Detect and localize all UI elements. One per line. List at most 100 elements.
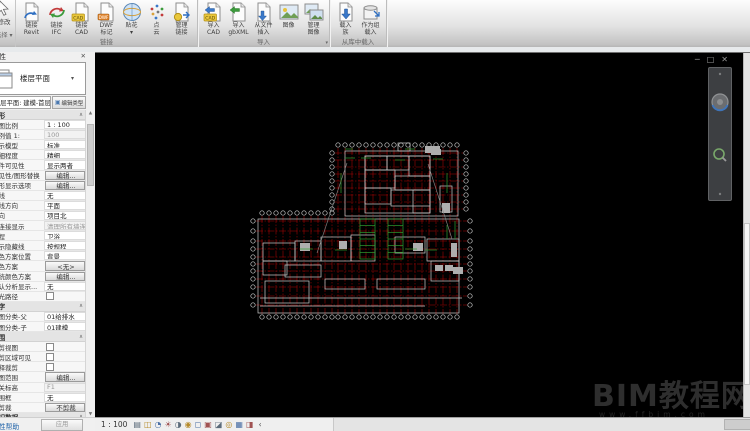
minimize-icon[interactable]: ─: [695, 55, 700, 64]
property-value[interactable]: 01建模: [44, 321, 86, 332]
property-value[interactable]: [44, 362, 86, 371]
ribbon-button-load-family[interactable]: 载入族: [333, 1, 358, 36]
collapse-bar-icon[interactable]: ‹: [259, 420, 262, 429]
property-value[interactable]: 01给排水: [44, 311, 86, 321]
checkbox[interactable]: [46, 362, 54, 371]
select-panel-label: 选择 ▾: [0, 32, 13, 39]
crop-region-icon[interactable]: ▣: [204, 419, 212, 431]
property-value[interactable]: 1 : 100: [44, 120, 86, 130]
hide-isolate-icon[interactable]: ◪: [215, 419, 223, 431]
view-scale-button[interactable]: 1 : 100: [101, 420, 127, 429]
ribbon-button-load-as-group[interactable]: 作为组 载入: [358, 1, 383, 36]
property-value[interactable]: 编辑...: [45, 170, 85, 180]
rendering-dialog-icon[interactable]: ◉: [185, 419, 192, 431]
close-icon[interactable]: ✕: [81, 52, 86, 60]
property-row: 规程卫浴: [0, 231, 86, 242]
checkbox[interactable]: [46, 352, 54, 361]
section-header-文字[interactable]: 文字 ∧: [0, 301, 86, 312]
property-value[interactable]: 精细: [44, 150, 86, 160]
section-header-图形[interactable]: 图形 ∧: [0, 110, 86, 121]
property-row: 可见性/图形替换编辑...: [0, 170, 86, 181]
reveal-hidden-icon[interactable]: ◎: [225, 419, 232, 431]
ribbon-button-manage-images[interactable]: 管理 图像: [301, 1, 326, 36]
displaced-elements-icon[interactable]: ◨: [246, 419, 254, 431]
scroll-up-icon[interactable]: ▲: [86, 111, 95, 116]
property-row: 视图比例 1 : 100: [0, 120, 86, 131]
ribbon-button-import-cad[interactable]: CAD 导入 CAD: [201, 1, 226, 36]
property-value[interactable]: 无: [44, 281, 86, 291]
shadows-icon[interactable]: ◑: [175, 419, 182, 431]
floor-plan-view[interactable]: BIM教程网 www.ffbim.com ─ □ ✕: [95, 53, 744, 419]
property-value[interactable]: 不剪裁: [45, 402, 85, 412]
floor-plan-canvas[interactable]: [95, 53, 744, 419]
property-value[interactable]: 项目北: [44, 210, 86, 221]
section-header-范围[interactable]: 范围 ∧: [0, 332, 86, 343]
property-label: 视图分类-父: [0, 313, 27, 321]
property-value[interactable]: 无: [44, 190, 86, 200]
property-value[interactable]: [44, 352, 86, 361]
dialog-launcher-icon[interactable]: ▾: [325, 40, 328, 46]
restore-icon[interactable]: □: [707, 55, 715, 64]
navbar-dot-bottom: [718, 192, 722, 196]
property-value[interactable]: 背景: [44, 251, 86, 261]
ribbon-group-导入: CAD 导入 CAD 导入 gbXML 从文件 插入 图像 管理 图像 导入 ▾: [198, 0, 330, 47]
property-value[interactable]: 按规程: [44, 241, 86, 251]
property-value[interactable]: [44, 342, 86, 351]
scrollbar-thumb[interactable]: [87, 124, 94, 186]
vertical-scrollbar[interactable]: [743, 53, 750, 418]
checkbox[interactable]: [46, 292, 54, 301]
ribbon-button-image[interactable]: 图像: [276, 1, 301, 30]
instance-selector[interactable]: 楼层平面: 建模-首层 ∨: [0, 96, 51, 109]
collapse-icon[interactable]: ∧: [79, 303, 83, 309]
ribbon-button-insert-from-file[interactable]: 从文件 插入: [251, 1, 276, 36]
property-value[interactable]: [44, 292, 86, 301]
collapse-icon[interactable]: ∧: [79, 334, 83, 340]
view-properties-icon[interactable]: ▦: [235, 419, 243, 431]
property-value[interactable]: 显示两者: [44, 160, 86, 170]
ribbon-button-point-cloud[interactable]: 点云: [144, 1, 169, 36]
property-label: 显示隐藏线: [0, 242, 25, 251]
property-value[interactable]: 编辑...: [45, 180, 85, 190]
section-header-label: 文字: [0, 301, 5, 311]
property-row: 注释裁剪: [0, 362, 86, 373]
detail-level-icon[interactable]: ◫: [144, 419, 152, 431]
ribbon-button-link-revit[interactable]: 链接 Revit: [19, 1, 44, 36]
checkbox[interactable]: [46, 342, 54, 351]
property-value[interactable]: <无>: [45, 261, 85, 271]
visual-style-icon[interactable]: ◔: [155, 419, 162, 431]
modify-cursor-icon[interactable]: [0, 0, 12, 16]
insert-from-file-icon: [257, 2, 270, 22]
modify-button[interactable]: 修改: [0, 16, 11, 26]
collapse-icon[interactable]: ∧: [79, 112, 83, 118]
properties-scrollbar[interactable]: ▲ ▼: [85, 110, 95, 418]
ribbon-button-dwf-markup[interactable]: DWF DWF 标记: [94, 1, 119, 36]
ribbon-button-import-gbxml[interactable]: 导入 gbXML: [226, 1, 251, 36]
vertical-scrollbar-thumb[interactable]: [744, 223, 750, 385]
close-view-icon[interactable]: ✕: [721, 55, 728, 64]
ribbon-button-decal[interactable]: 贴花 ▾: [119, 1, 144, 36]
property-value: F1: [44, 382, 86, 392]
horizontal-scrollbar-thumb[interactable]: [724, 419, 750, 430]
ribbon-button-label: 图像: [282, 22, 295, 29]
sun-path-icon[interactable]: ☀: [165, 419, 172, 431]
zoom-icon[interactable]: [713, 148, 727, 162]
apply-button[interactable]: 应用: [41, 419, 83, 431]
property-value[interactable]: 编辑...: [45, 271, 85, 281]
property-label: 基线: [0, 191, 44, 200]
crop-view-icon[interactable]: ◻: [195, 419, 202, 431]
type-selector[interactable]: 楼层平面 ▾: [0, 62, 86, 95]
property-row: 方向项目北: [0, 210, 86, 222]
ribbon-button-link-ifc[interactable]: 链接 IFC: [44, 1, 69, 36]
steering-wheel-icon[interactable]: [711, 93, 729, 112]
edit-type-button[interactable]: ▣ 编辑类型: [52, 96, 86, 109]
property-value[interactable]: 无: [44, 392, 86, 402]
property-value[interactable]: 编辑...: [45, 372, 85, 382]
ribbon-button-link-cad[interactable]: CAD 链接 CAD: [69, 1, 94, 36]
properties-help-link[interactable]: 属性帮助: [0, 421, 19, 431]
property-value[interactable]: 卫浴: [44, 231, 86, 241]
property-value[interactable]: 平面: [44, 200, 86, 210]
property-value[interactable]: 标准: [44, 140, 86, 150]
horizontal-scrollbar[interactable]: [333, 418, 750, 431]
scale-icon[interactable]: ▤: [133, 419, 141, 431]
ribbon-button-manage-links[interactable]: 管理 链接: [169, 1, 194, 36]
